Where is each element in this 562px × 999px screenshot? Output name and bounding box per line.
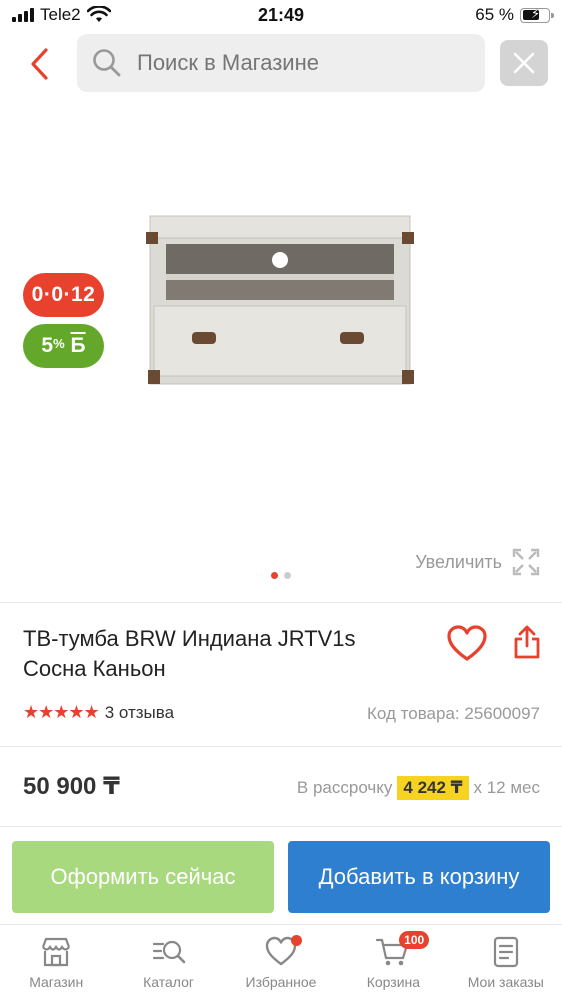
product-code: Код товара: 25600097 — [367, 704, 540, 723]
product-image[interactable] — [140, 210, 420, 390]
cart-count-badge: 100 — [399, 931, 430, 949]
tab-orders[interactable]: Мои заказы — [450, 925, 562, 999]
bonus-suffix: Б — [70, 334, 86, 357]
bonus-badge: 5% Б — [23, 324, 104, 368]
favorites-indicator — [290, 935, 302, 946]
close-icon — [513, 52, 535, 74]
pagination-dot-1[interactable] — [271, 572, 278, 579]
tab-label: Каталог — [143, 974, 195, 990]
product-gallery[interactable]: 0·0·12 5% Б Увеличить — [0, 100, 562, 600]
search-input[interactable] — [137, 50, 457, 76]
store-icon — [42, 937, 71, 967]
close-button[interactable] — [500, 40, 548, 86]
tab-cart[interactable]: 100 Корзина — [337, 925, 449, 999]
divider — [0, 746, 562, 747]
catalog-search-icon — [152, 940, 185, 964]
orders-icon — [493, 936, 518, 968]
installment-badge: 0·0·12 — [23, 273, 104, 317]
top-bar — [0, 30, 562, 100]
product-title: ТВ-тумба BRW Индиана JRTV1s Сосна Каньон — [23, 626, 356, 681]
battery-percent: 65 % — [475, 5, 514, 24]
zoom-label: Увеличить — [415, 551, 502, 572]
price: 50 900 ₸ — [23, 773, 120, 800]
status-right: 65 % ⚡ — [475, 5, 554, 25]
tab-catalog[interactable]: Каталог — [112, 925, 224, 999]
tab-favorites[interactable]: Избранное — [225, 925, 337, 999]
buy-now-button[interactable]: Оформить сейчас — [12, 841, 274, 913]
share-icon[interactable] — [512, 624, 542, 660]
reviews-count[interactable]: 3 отзыва — [105, 703, 174, 723]
installment-amount: 4 242 ₸ — [397, 776, 469, 800]
gallery-pagination[interactable] — [0, 572, 562, 579]
installment-info: В рассрочку 4 242 ₸ х 12 мес — [297, 776, 540, 800]
rating-stars-icon: ★★★★★ — [23, 702, 100, 722]
tab-store[interactable]: Магазин — [0, 925, 112, 999]
tab-bar: Магазин Каталог Избранное 100 Корзина Мо… — [0, 924, 562, 999]
search-bar[interactable] — [77, 34, 485, 92]
favorite-heart-icon[interactable] — [446, 625, 488, 663]
rating-row[interactable]: ★★★★★ 3 отзыва — [23, 702, 174, 723]
divider — [0, 602, 562, 603]
search-icon — [93, 49, 121, 77]
tab-label: Избранное — [245, 974, 317, 990]
tab-label: Корзина — [366, 974, 421, 990]
tab-label: Магазин — [29, 974, 84, 990]
status-bar: Tele2 21:49 65 % ⚡ — [0, 0, 562, 30]
installment-prefix: В рассрочку — [296, 778, 393, 797]
bonus-value: 5 — [41, 334, 54, 357]
tab-label: Мои заказы — [467, 974, 544, 990]
back-arrow-icon[interactable] — [22, 44, 58, 84]
battery-icon: ⚡ — [520, 6, 554, 23]
installment-suffix: х 12 мес — [473, 778, 541, 797]
add-to-cart-button[interactable]: Добавить в корзину — [288, 841, 550, 913]
divider — [0, 826, 562, 827]
pagination-dot-2[interactable] — [284, 572, 291, 579]
